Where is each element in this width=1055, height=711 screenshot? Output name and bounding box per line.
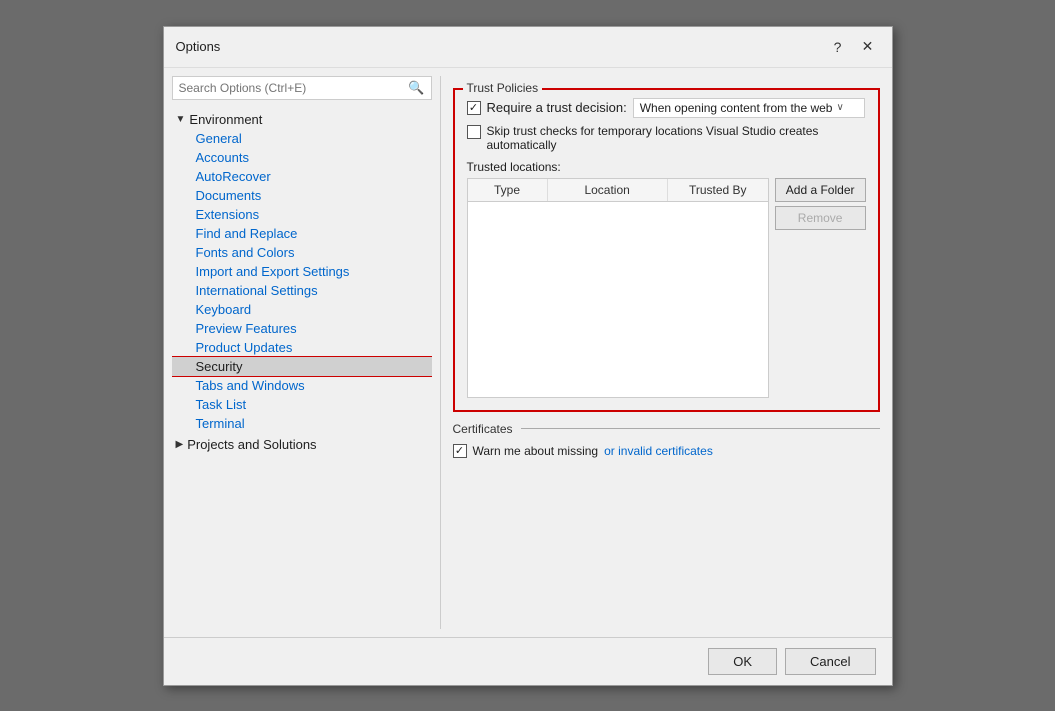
expand-arrow: ▼ (176, 114, 186, 125)
tree-item-security[interactable]: Security (172, 357, 432, 376)
dialog-title: Options (176, 39, 221, 54)
dialog-footer: OK Cancel (164, 637, 892, 685)
keyboard-label: Keyboard (196, 302, 252, 317)
tree-item-fonts-colors[interactable]: Fonts and Colors (172, 243, 432, 262)
tree-item-general[interactable]: General (172, 129, 432, 148)
certs-divider-line (521, 428, 880, 429)
certificates-section: Certificates Warn me about missing or in… (453, 422, 880, 458)
cert-warn-row: Warn me about missing or invalid certifi… (453, 444, 880, 458)
extensions-label: Extensions (196, 207, 260, 222)
certs-label: Certificates (453, 422, 513, 436)
security-label: Security (196, 359, 243, 374)
task-list-label: Task List (196, 397, 247, 412)
col-trusted-by: Trusted By (668, 179, 768, 201)
certs-divider: Certificates (453, 422, 880, 436)
table-body (468, 202, 768, 392)
right-panel: Trust Policies Require a trust decision:… (449, 76, 884, 629)
tree-view: ▼ Environment General Accounts AutoRecov… (172, 110, 432, 629)
tree-item-import-export[interactable]: Import and Export Settings (172, 262, 432, 281)
cancel-button[interactable]: Cancel (785, 648, 875, 675)
projects-label: Projects and Solutions (187, 437, 316, 452)
dropdown-arrow-icon: ∨ (836, 102, 843, 113)
locations-container: Type Location Trusted By Add a Folder Re… (467, 178, 866, 398)
require-trust-text: Require a trust decision: (487, 100, 627, 115)
col-location: Location (548, 179, 668, 201)
require-trust-row: Require a trust decision: When opening c… (467, 98, 866, 118)
trusted-locations-label: Trusted locations: (467, 160, 866, 174)
documents-label: Documents (196, 188, 262, 203)
tree-item-keyboard[interactable]: Keyboard (172, 300, 432, 319)
tree-item-product-updates[interactable]: Product Updates (172, 338, 432, 357)
terminal-label: Terminal (196, 416, 245, 431)
autorecover-label: AutoRecover (196, 169, 271, 184)
tree-item-autorecover[interactable]: AutoRecover (172, 167, 432, 186)
tree-item-environment[interactable]: ▼ Environment (172, 110, 432, 129)
left-panel: 🔍 ▼ Environment General Accounts AutoRec… (172, 76, 432, 629)
locations-table: Type Location Trusted By (467, 178, 769, 398)
accounts-label: Accounts (196, 150, 249, 165)
add-folder-button[interactable]: Add a Folder (775, 178, 866, 202)
expand-arrow-projects: ▶ (176, 439, 184, 450)
trust-dropdown-value: When opening content from the web (640, 101, 833, 115)
skip-check-row: Skip trust checks for temporary location… (467, 124, 866, 152)
tree-item-tabs-windows[interactable]: Tabs and Windows (172, 376, 432, 395)
close-button[interactable]: ✕ (856, 35, 880, 59)
tabs-windows-label: Tabs and Windows (196, 378, 305, 393)
tree-item-task-list[interactable]: Task List (172, 395, 432, 414)
skip-check-checkbox[interactable] (467, 125, 481, 139)
trust-dropdown[interactable]: When opening content from the web ∨ (633, 98, 865, 118)
locations-actions: Add a Folder Remove (775, 178, 866, 230)
fonts-colors-label: Fonts and Colors (196, 245, 295, 260)
tree-item-find-replace[interactable]: Find and Replace (172, 224, 432, 243)
search-input[interactable] (179, 81, 409, 95)
options-dialog: Options ? ✕ 🔍 ▼ Environment General (163, 26, 893, 686)
import-export-label: Import and Export Settings (196, 264, 350, 279)
search-icon: 🔍 (408, 80, 424, 96)
tree-item-extensions[interactable]: Extensions (172, 205, 432, 224)
general-label: General (196, 131, 242, 146)
require-trust-checkbox[interactable] (467, 101, 481, 115)
international-label: International Settings (196, 283, 318, 298)
product-updates-label: Product Updates (196, 340, 293, 355)
preview-features-label: Preview Features (196, 321, 297, 336)
table-header: Type Location Trusted By (468, 179, 768, 202)
title-bar: Options ? ✕ (164, 27, 892, 68)
trust-policies-label: Trust Policies (463, 81, 543, 95)
trust-policies-group: Trust Policies Require a trust decision:… (453, 88, 880, 412)
tree-item-accounts[interactable]: Accounts (172, 148, 432, 167)
tree-item-projects[interactable]: ▶ Projects and Solutions (172, 435, 432, 454)
tree-item-preview-features[interactable]: Preview Features (172, 319, 432, 338)
title-actions: ? ✕ (826, 35, 880, 59)
find-replace-label: Find and Replace (196, 226, 298, 241)
warn-certs-text: Warn me about missing (473, 444, 599, 458)
remove-button[interactable]: Remove (775, 206, 866, 230)
warn-certs-checkbox[interactable] (453, 444, 467, 458)
dialog-body: 🔍 ▼ Environment General Accounts AutoRec… (164, 68, 892, 637)
tree-item-international[interactable]: International Settings (172, 281, 432, 300)
col-type: Type (468, 179, 548, 201)
vertical-divider (440, 76, 441, 629)
help-button[interactable]: ? (826, 35, 850, 59)
skip-check-text: Skip trust checks for temporary location… (487, 124, 866, 152)
search-box[interactable]: 🔍 (172, 76, 432, 100)
tree-item-documents[interactable]: Documents (172, 186, 432, 205)
environment-label: Environment (189, 112, 262, 127)
ok-button[interactable]: OK (708, 648, 777, 675)
warn-certs-link[interactable]: or invalid certificates (604, 444, 713, 458)
tree-item-terminal[interactable]: Terminal (172, 414, 432, 433)
